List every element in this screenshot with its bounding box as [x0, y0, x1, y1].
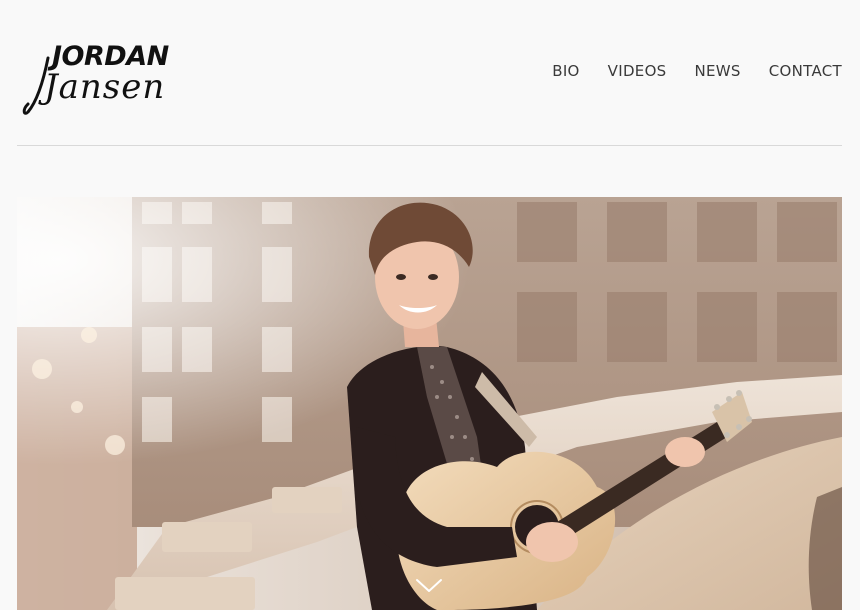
main-nav: BIO VIDEOS NEWS CONTACT: [552, 62, 842, 80]
scroll-down-button[interactable]: [412, 572, 446, 598]
logo-wordmark: JORDAN Jansen: [22, 41, 170, 115]
hero-image: [17, 197, 842, 610]
nav-item-contact[interactable]: CONTACT: [769, 62, 842, 80]
site-logo[interactable]: JORDAN Jansen: [22, 38, 200, 116]
chevron-down-icon: [416, 579, 442, 592]
nav-item-videos[interactable]: VIDEOS: [608, 62, 667, 80]
nav-item-news[interactable]: NEWS: [695, 62, 741, 80]
site-header: JORDAN Jansen BIO VIDEOS NEWS CONTACT: [0, 0, 860, 145]
header-divider: [17, 145, 842, 146]
guitarist-on-bridge-photo: [17, 197, 842, 610]
nav-item-bio[interactable]: BIO: [552, 62, 579, 80]
logo-text-jansen: Jansen: [38, 67, 165, 107]
